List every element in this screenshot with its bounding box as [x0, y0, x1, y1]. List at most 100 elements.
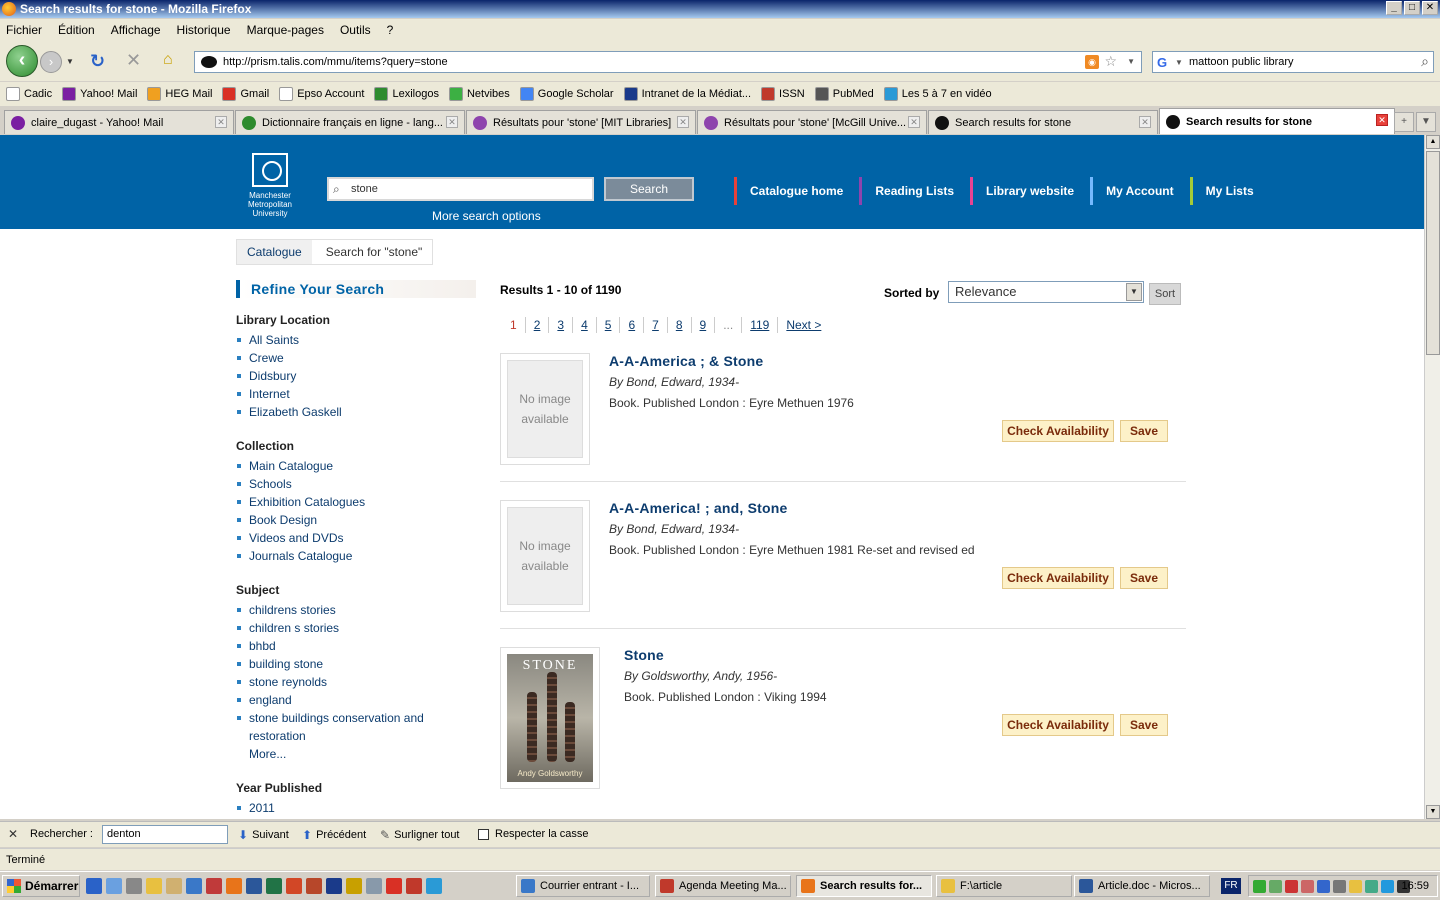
- taskbar-button[interactable]: F:\article: [936, 875, 1072, 897]
- folder-icon[interactable]: [146, 878, 162, 894]
- word-icon[interactable]: [246, 878, 262, 894]
- result-title[interactable]: Stone: [624, 647, 664, 663]
- bookmark-item[interactable]: Les 5 à 7 en vidéo: [883, 87, 992, 101]
- close-find-icon[interactable]: ✕: [8, 827, 18, 841]
- powerpoint-icon[interactable]: [286, 878, 302, 894]
- facet-item[interactable]: restoration: [236, 727, 424, 745]
- bookmark-item[interactable]: Lexilogos: [374, 87, 439, 101]
- taskbar-button[interactable]: Search results for...: [796, 875, 932, 897]
- excel-icon[interactable]: [266, 878, 282, 894]
- home-icon[interactable]: ⌂: [163, 51, 173, 69]
- page-link[interactable]: Next >: [778, 317, 829, 333]
- back-button[interactable]: ‹: [6, 45, 38, 77]
- url-dropdown-icon[interactable]: ▼: [1127, 57, 1135, 66]
- bookmark-item[interactable]: Gmail: [222, 87, 269, 101]
- tray-icon-4[interactable]: [1301, 879, 1314, 893]
- reload-icon[interactable]: ↻: [90, 51, 105, 72]
- scroll-down-icon[interactable]: ▼: [1426, 805, 1440, 819]
- menu-fichier[interactable]: Fichier: [6, 23, 42, 37]
- menu-affichage[interactable]: Affichage: [111, 23, 161, 37]
- facet-item[interactable]: Exhibition Catalogues: [236, 493, 365, 511]
- history-dropdown-icon[interactable]: ▼: [66, 57, 74, 66]
- user-icon[interactable]: [106, 878, 122, 894]
- tab-list-icon[interactable]: ▼: [1416, 112, 1436, 132]
- app-icon[interactable]: [206, 878, 222, 894]
- sort-button[interactable]: Sort: [1149, 283, 1181, 305]
- facet-item[interactable]: Main Catalogue: [236, 457, 365, 475]
- browser-tab[interactable]: Dictionnaire français en ligne - lang...…: [235, 110, 465, 134]
- tray-icon-8[interactable]: [1365, 879, 1378, 893]
- network-icon[interactable]: [126, 878, 142, 894]
- catalogue-search-button[interactable]: Search: [604, 177, 694, 201]
- facet-item[interactable]: Didsbury: [236, 367, 342, 385]
- maximize-button[interactable]: □: [1404, 1, 1420, 15]
- facet-item[interactable]: Elizabeth Gaskell: [236, 403, 342, 421]
- page-link[interactable]: 2: [526, 317, 550, 333]
- catalogue-search-input[interactable]: ⌕ stone: [327, 177, 594, 201]
- page-link[interactable]: 6: [620, 317, 645, 333]
- facet-item[interactable]: All Saints: [236, 331, 342, 349]
- menu-marque-pages[interactable]: Marque-pages: [247, 23, 324, 37]
- bookmark-item[interactable]: Epso Account: [279, 87, 364, 101]
- bookmark-item[interactable]: ISSN: [761, 87, 805, 101]
- check-availability-button[interactable]: Check Availability: [1002, 714, 1114, 736]
- facet-item[interactable]: Crewe: [236, 349, 342, 367]
- scroll-up-icon[interactable]: ▲: [1426, 135, 1440, 149]
- close-tab-icon[interactable]: ✕: [1139, 116, 1151, 128]
- new-tab-icon[interactable]: +: [1394, 112, 1414, 132]
- scroll-thumb[interactable]: [1426, 151, 1440, 355]
- save-button[interactable]: Save: [1120, 420, 1168, 442]
- facet-item[interactable]: building stone: [236, 655, 424, 673]
- bookmark-item[interactable]: Cadic: [6, 87, 52, 101]
- check-availability-button[interactable]: Check Availability: [1002, 420, 1114, 442]
- book-cover[interactable]: STONE Andy Goldsworthy: [500, 647, 600, 789]
- vertical-scrollbar[interactable]: ▲ ▼: [1424, 135, 1440, 819]
- stop-icon[interactable]: ✕: [126, 50, 141, 71]
- close-tab-icon[interactable]: ✕: [446, 116, 458, 128]
- find-previous-button[interactable]: ⬆ Précédent: [302, 828, 366, 842]
- facet-item[interactable]: 2011: [236, 799, 275, 817]
- more-search-options-link[interactable]: More search options: [432, 209, 541, 223]
- facet-item[interactable]: bhbd: [236, 637, 424, 655]
- save-button[interactable]: Save: [1120, 567, 1168, 589]
- bookmark-item[interactable]: Netvibes: [448, 87, 510, 101]
- url-bar[interactable]: http://prism.talis.com/mmu/items?query=s…: [194, 51, 1142, 73]
- search-app-icon[interactable]: [426, 878, 442, 894]
- menu-edition[interactable]: Édition: [58, 23, 95, 37]
- search-engine-dropdown-icon[interactable]: ▼: [1175, 58, 1183, 67]
- page-link[interactable]: 119: [742, 317, 779, 333]
- bookmark-item[interactable]: Yahoo! Mail: [62, 87, 137, 101]
- facet-item[interactable]: Schools: [236, 475, 365, 493]
- page-link[interactable]: 7: [644, 317, 668, 333]
- facet-item[interactable]: Journals Catalogue: [236, 547, 365, 565]
- page-link[interactable]: 3: [549, 317, 574, 333]
- match-case-checkbox[interactable]: Respecter la casse: [478, 828, 589, 840]
- bookmark-item[interactable]: Google Scholar: [519, 87, 614, 101]
- check-availability-button[interactable]: Check Availability: [1002, 567, 1114, 589]
- bookmark-item[interactable]: PubMed: [814, 87, 874, 101]
- firefox-icon[interactable]: [226, 878, 242, 894]
- browser-tab[interactable]: Résultats pour 'stone' [McGill Unive... ✕: [697, 110, 927, 134]
- find-next-button[interactable]: ⬇ Suivant: [238, 828, 289, 842]
- bookmark-star-icon[interactable]: ☆: [1104, 53, 1117, 70]
- start-button[interactable]: Démarrer: [2, 875, 80, 897]
- page-link[interactable]: 5: [597, 317, 621, 333]
- close-tab-icon[interactable]: ✕: [1376, 114, 1388, 126]
- globe-icon[interactable]: [186, 878, 202, 894]
- tray-icon-9[interactable]: [1381, 879, 1394, 893]
- pdf-icon[interactable]: [386, 878, 402, 894]
- facet-item[interactable]: Videos and DVDs: [236, 529, 365, 547]
- facet-item[interactable]: england: [236, 691, 424, 709]
- page-link[interactable]: 4: [573, 317, 597, 333]
- menu-outils[interactable]: Outils: [340, 23, 371, 37]
- close-window-button[interactable]: ✕: [1422, 1, 1438, 15]
- taskbar-button[interactable]: Courrier entrant - I...: [516, 875, 650, 897]
- rss-icon[interactable]: ◉: [1085, 55, 1099, 69]
- bookmark-item[interactable]: HEG Mail: [147, 87, 212, 101]
- search-bar[interactable]: G ▼ mattoon public library ⌕: [1152, 51, 1434, 73]
- browser-tab[interactable]: Résultats pour 'stone' [MIT Libraries] ✕: [466, 110, 696, 134]
- browser-tab[interactable]: Search results for stone ✕: [1159, 108, 1395, 134]
- site-nav-item[interactable]: Library website: [970, 177, 1090, 205]
- breadcrumb-catalogue[interactable]: Catalogue: [237, 240, 312, 264]
- taskbar-button[interactable]: Article.doc - Micros...: [1074, 875, 1210, 897]
